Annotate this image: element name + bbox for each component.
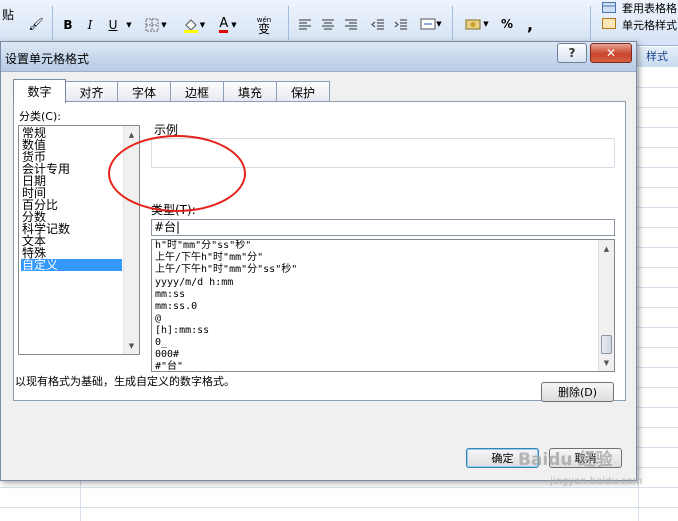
font-color-letter: A	[219, 16, 229, 33]
ribbon-separator	[590, 6, 591, 40]
format-item[interactable]: @	[155, 313, 161, 324]
chevron-down-icon: ▼	[161, 21, 167, 29]
phonetic-button[interactable]: wén 变	[247, 13, 281, 37]
paste-label[interactable]: 贴	[2, 6, 14, 23]
ribbon-separator	[452, 6, 453, 40]
align-right-icon[interactable]	[341, 14, 361, 34]
tab-border[interactable]: 边框	[170, 81, 224, 102]
tab-number[interactable]: 数字	[13, 79, 66, 103]
scroll-up-icon[interactable]: ▲	[124, 127, 139, 142]
tab-fill[interactable]: 填充	[223, 81, 277, 102]
category-label: 分类(C):	[19, 110, 61, 123]
type-label: 类型(T):	[151, 203, 196, 217]
format-list-scrollbar[interactable]: ▲ ▼	[598, 240, 614, 371]
format-item[interactable]: mm:ss	[155, 289, 185, 300]
underline-dropdown-icon[interactable]: ▼	[124, 15, 134, 35]
format-item[interactable]: h"时"mm"分"ss"秒"	[155, 240, 251, 251]
format-code-list[interactable]: h"时"mm"分"ss"秒" 上午/下午h"时"mm"分" 上午/下午h"时"m…	[151, 239, 615, 372]
dialog-titlebar[interactable]: 设置单元格格式 ? ✕	[1, 42, 636, 72]
phonetic-char: 变	[257, 22, 270, 36]
format-item[interactable]: 上午/下午h"时"mm"分"	[155, 252, 263, 263]
format-item[interactable]: [h]:mm:ss	[155, 325, 209, 336]
border-button[interactable]: ▼	[141, 15, 171, 35]
dialog-title: 设置单元格格式	[5, 52, 90, 66]
underline-button[interactable]: U	[103, 15, 123, 35]
format-cells-dialog: 设置单元格格式 ? ✕ 对齐 字体 边框 填充 保护 分类(C): 常规 数值 …	[0, 41, 637, 481]
tab-alignment[interactable]: 对齐	[65, 81, 118, 102]
fill-color-button[interactable]: ▼	[178, 15, 210, 35]
help-button[interactable]: ?	[557, 43, 587, 63]
number-tab-panel: 分类(C): 常规 数值 货币 会计专用 日期 时间 百分比 分数 科学记数 文…	[13, 101, 626, 402]
font-color-button[interactable]: A ▼	[212, 15, 244, 35]
ribbon-separator	[52, 6, 53, 40]
accounting-format-button[interactable]: ▼	[460, 14, 494, 34]
delete-button[interactable]: 删除(D)	[541, 382, 614, 402]
category-list[interactable]: 常规 数值 货币 会计专用 日期 时间 百分比 分数 科学记数 文本 特殊 自定…	[18, 125, 140, 355]
watermark-url: jingyan.baidu.com	[550, 476, 643, 487]
chevron-down-icon: ▼	[483, 20, 489, 28]
type-input[interactable]: #台|	[151, 219, 615, 236]
merge-center-button[interactable]: ▼	[417, 14, 445, 34]
cell-styles-icon[interactable]	[600, 16, 618, 30]
ribbon: 贴 🖌 B I U ▼ ▼ ▼ A ▼ wén 变 ▼ ▼ % , 套用表格格 …	[0, 0, 678, 46]
watermark-brand: Baidu 经验	[518, 450, 613, 470]
format-painter-icon[interactable]: 🖌	[26, 14, 46, 34]
scroll-down-icon[interactable]: ▼	[599, 355, 614, 370]
scroll-down-icon[interactable]: ▼	[124, 338, 139, 353]
sample-label: 示例	[154, 123, 179, 137]
currency-icon	[465, 19, 481, 30]
format-item[interactable]: 上午/下午h"时"mm"分"ss"秒"	[155, 264, 297, 275]
bold-button[interactable]: B	[58, 15, 78, 35]
styles-group-label: 样式	[636, 47, 678, 67]
format-item[interactable]: mm:ss.0	[155, 301, 197, 312]
border-icon	[145, 18, 159, 32]
scroll-up-icon[interactable]: ▲	[599, 241, 614, 256]
chevron-down-icon: ▼	[231, 21, 237, 29]
increase-indent-icon[interactable]	[391, 14, 411, 34]
percent-button[interactable]: %	[497, 14, 517, 34]
comma-button[interactable]: ,	[520, 14, 540, 34]
chevron-down-icon: ▼	[199, 21, 206, 29]
ribbon-separator	[288, 6, 289, 40]
chevron-down-icon: ▼	[436, 20, 442, 28]
category-item-custom[interactable]: 自定义	[21, 259, 122, 271]
format-item[interactable]: #"台"	[155, 361, 183, 371]
cell-styles-button[interactable]: 单元格样式	[622, 17, 677, 33]
format-item[interactable]: 0_	[155, 337, 167, 348]
format-item[interactable]: 000#	[155, 349, 179, 360]
table-format-icon[interactable]	[600, 0, 618, 14]
close-icon: ✕	[605, 46, 617, 60]
align-center-icon[interactable]	[318, 14, 338, 34]
category-description: 以现有格式为基础，生成自定义的数字格式。	[15, 375, 235, 388]
merge-cells-icon	[420, 18, 436, 30]
sample-preview	[151, 138, 615, 168]
fill-bucket-icon	[183, 19, 198, 33]
format-item[interactable]: yyyy/m/d h:mm	[155, 277, 233, 288]
tab-font[interactable]: 字体	[117, 81, 171, 102]
align-left-icon[interactable]	[295, 14, 315, 34]
italic-button[interactable]: I	[80, 15, 100, 35]
decrease-indent-icon[interactable]	[368, 14, 388, 34]
tab-protection[interactable]: 保护	[276, 81, 330, 102]
category-scrollbar[interactable]: ▲ ▼	[123, 126, 139, 354]
scroll-thumb[interactable]	[601, 335, 612, 354]
close-button[interactable]: ✕	[590, 43, 632, 63]
format-as-table-button[interactable]: 套用表格格	[622, 0, 677, 16]
